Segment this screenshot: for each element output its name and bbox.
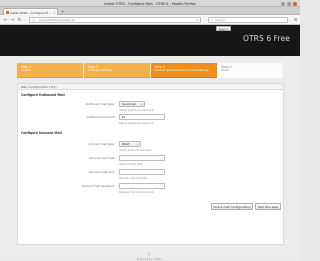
close-window-icon[interactable] [293,1,297,6]
outbound-port-hint: Select outbound mail port. [119,121,154,125]
new-tab-icon[interactable]: + [61,9,64,14]
inbound-user-label: Inbound mail user: [88,170,115,174]
forward-icon[interactable]: → [10,18,15,23]
navigation-bar: ← → ↻ ⓘ localhost/otrs/installer.pl → ⌕ … [0,15,300,25]
mail-configuration-panel: Mail Configuration (3/4) Configure Outbo… [17,83,284,245]
step-divider [83,77,150,78]
step-4: Step 4 Finish [217,63,284,78]
page-content: Step 1 License Step 2 Database Settings … [0,56,300,261]
outbound-type-value: Sendmail [122,102,136,106]
otrs-logo: OTRS 6 Free [242,34,290,43]
inbound-type-select[interactable]: IMAP ▾ [119,141,141,147]
inbound-user-input[interactable] [119,169,165,175]
inbound-user-hint: User for inbound mail. [119,176,148,180]
step-2: Step 2 Database Settings [83,63,150,78]
installer-steps: Step 1 License Step 2 Database Settings … [17,63,284,78]
outbound-type-hint: Select outbound mail type. [119,108,155,112]
skip-step-button[interactable]: Skip this step [255,203,281,210]
outbound-section-title: Configure Outbound Mail [21,93,65,97]
inbound-host-label: Inbound mail host: [88,156,115,160]
panel-header: Mail Configuration (3/4) [18,84,283,90]
inbound-password-input[interactable] [119,183,165,189]
window-title: Install OTRS - Configure Mail - OTRS 6 -… [104,1,196,6]
chevron-down-icon: ▾ [141,103,143,106]
powered-by: Powered by OTRS™ [136,257,164,261]
check-mail-configuration-button[interactable]: Check mail configuration [211,203,253,210]
inbound-host-input[interactable] [119,155,165,161]
window-controls [281,1,297,6]
window-titlebar: Install OTRS - Configure Mail - OTRS 6 -… [0,0,300,7]
maximize-icon[interactable] [287,1,291,6]
otrs-header-banner: OTRS 6 Free [0,25,300,56]
step-label: Database Settings [87,68,113,72]
reload-icon[interactable]: ↻ [17,18,22,23]
close-tab-icon[interactable]: × [53,11,55,15]
url-text: localhost/otrs/installer.pl [39,18,75,22]
tab-bar: Install OTRS - Configure M... × + [0,7,300,15]
inbound-section-title: Configure Inbound Mail [21,131,62,135]
inbound-password-hint: Password for inbound mail. [119,190,155,194]
search-placeholder: Search [215,18,225,22]
search-input[interactable]: ⌕ Search [208,17,288,23]
step-3: Step 3 General Specifications and Mail S… [150,63,217,78]
step-1: Step 1 License [17,63,84,78]
inbound-host-hint: Inbound mail host. [119,162,144,166]
step-label: General Specifications and Mail Settings [154,68,209,72]
inbound-password-label: Inbound mail password: [81,184,115,188]
outbound-type-select[interactable]: Sendmail ▾ [119,101,145,107]
search-icon: ⌕ [210,18,213,22]
step-divider [17,77,84,78]
outbound-port-label: Outbound mail port: [86,115,115,119]
info-icon[interactable]: ⓘ [32,19,35,22]
search-tooltip: Search [216,26,231,31]
go-arrow-icon[interactable]: → [196,18,198,22]
outbound-type-label: Outbound mail type: [86,102,115,106]
chevron-down-icon: ▾ [137,143,139,146]
minimize-icon[interactable] [281,1,285,6]
hamburger-menu-icon[interactable]: ≡ [294,18,298,23]
step-label: License [21,68,32,72]
browser-tab[interactable]: Install OTRS - Configure M... × [3,8,58,15]
inbound-type-label: Inbound mail type: [88,142,115,146]
back-icon[interactable]: ← [3,18,8,23]
otrs-favicon-icon [5,11,9,14]
step-label: Finish [221,68,229,72]
step-divider [150,77,217,78]
inbound-type-value: IMAP [122,142,130,146]
inbound-type-hint: Select inbound mail type. [119,148,153,152]
outbound-port-input[interactable]: 25 [119,114,165,120]
url-bar[interactable]: ⓘ localhost/otrs/installer.pl → [29,17,201,23]
